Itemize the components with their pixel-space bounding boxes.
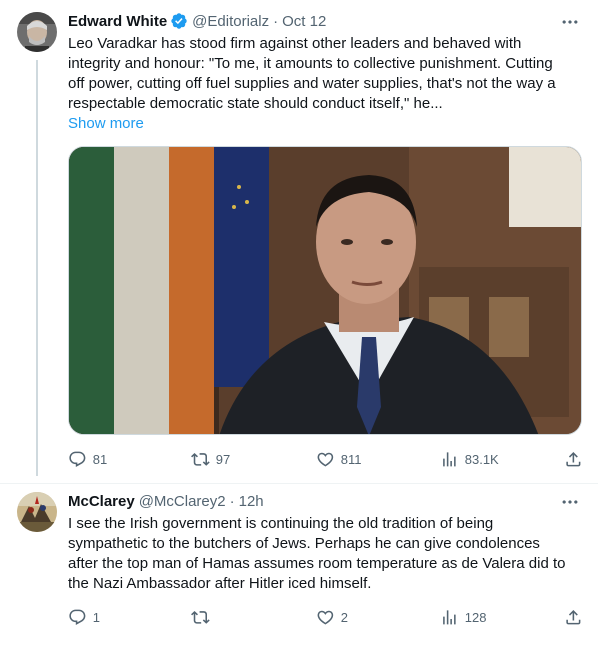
tweet-media-image[interactable] — [68, 146, 582, 435]
thread-line — [36, 60, 38, 476]
like-button[interactable]: 2 — [316, 607, 348, 627]
separator-dot: · — [273, 12, 279, 30]
tweet-header: McClarey @McClarey2 · 12h — [68, 491, 264, 511]
reply-icon — [68, 450, 87, 469]
tweet-header: Edward White @Editorialz · Oct 12 — [68, 11, 326, 31]
reply-icon — [68, 608, 87, 627]
author-handle[interactable]: @McClarey2 — [139, 493, 226, 510]
tweet-text-line: the Nazi Ambassador after Hitler iced hi… — [68, 575, 372, 592]
tweet-text-line: off power, cutting off fuel supplies and… — [68, 75, 556, 92]
like-count: 811 — [340, 451, 362, 467]
like-count: 2 — [340, 609, 348, 625]
repost-button[interactable]: 97 — [191, 449, 230, 469]
share-icon — [564, 450, 583, 469]
reply-button[interactable]: 1 — [68, 607, 100, 627]
heart-icon — [316, 608, 335, 627]
author-avatar[interactable] — [17, 492, 57, 532]
tweet-text-line: sympathetic to the butchers of Jews. Per… — [68, 535, 540, 552]
tweet-card[interactable]: Edward White @Editorialz · Oct 12 Leo Va… — [0, 0, 598, 484]
view-count: 128 — [464, 609, 487, 625]
tweet-actions: 1 2 128 — [68, 607, 582, 627]
tweet-card[interactable]: McClarey @McClarey2 · 12h I see the Iris… — [0, 484, 598, 648]
repost-count: 97 — [215, 451, 231, 467]
views-button[interactable]: 83.1K — [440, 449, 499, 469]
views-button[interactable]: 128 — [440, 607, 486, 627]
author-name[interactable]: McClarey — [68, 493, 135, 510]
reply-count: 1 — [92, 609, 100, 625]
separator-dot: · — [229, 492, 235, 510]
author-handle[interactable]: @Editorialz — [192, 13, 269, 30]
repost-icon — [191, 608, 210, 627]
show-more-link[interactable]: Show more — [68, 114, 144, 134]
repost-icon — [191, 450, 210, 469]
reply-button[interactable]: 81 — [68, 449, 107, 469]
share-icon — [564, 608, 583, 627]
tweet-text-line: I see the Irish government is continuing… — [68, 515, 494, 532]
tweet-timestamp[interactable]: Oct 12 — [282, 13, 326, 30]
more-dots-icon[interactable] — [560, 492, 580, 512]
repost-button[interactable] — [191, 607, 216, 627]
tweet-text-line: after the top man of Hamas assumes room … — [68, 555, 566, 572]
tweet-actions: 81 97 811 83.1K — [68, 449, 582, 469]
tweet-text-line: respectable democratic state should cond… — [68, 95, 443, 112]
tweet-text-line: Leo Varadkar has stood firm against othe… — [68, 35, 522, 52]
view-count: 83.1K — [464, 451, 499, 467]
share-button[interactable] — [564, 449, 583, 469]
heart-icon — [316, 450, 335, 469]
tweet-text: I see the Irish government is continuing… — [68, 514, 580, 594]
more-dots-icon[interactable] — [560, 12, 580, 32]
tweet-text-line: integrity and honour: "To me, it amounts… — [68, 55, 553, 72]
tweet-timestamp[interactable]: 12h — [239, 493, 264, 510]
reply-count: 81 — [92, 451, 108, 467]
views-chart-icon — [440, 450, 459, 469]
views-chart-icon — [440, 608, 459, 627]
share-button[interactable] — [564, 607, 583, 627]
verified-badge-icon — [170, 12, 188, 30]
author-avatar[interactable] — [17, 12, 57, 52]
like-button[interactable]: 811 — [316, 449, 361, 469]
author-name[interactable]: Edward White — [68, 13, 167, 30]
tweet-text: Leo Varadkar has stood firm against othe… — [68, 34, 580, 114]
